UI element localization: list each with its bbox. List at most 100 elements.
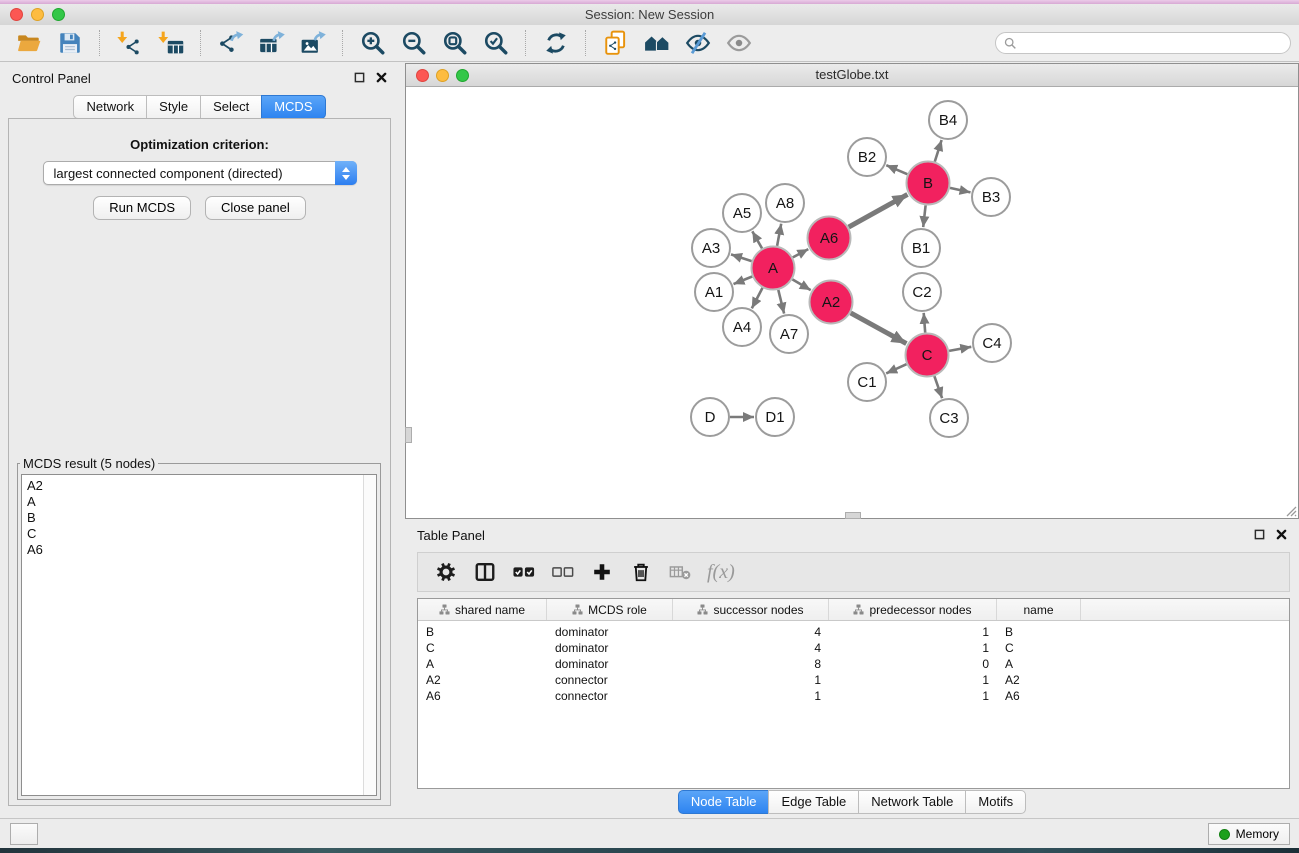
graph-edge-A-A7[interactable] <box>778 290 784 314</box>
tab-network-table[interactable]: Network Table <box>858 790 965 814</box>
network-window-titlebar[interactable]: testGlobe.txt <box>406 64 1298 87</box>
network-minimize-button[interactable] <box>436 69 449 82</box>
graph-node-B[interactable]: B <box>907 162 950 205</box>
table-cell[interactable]: A2 <box>997 673 1081 687</box>
graph-node-B1[interactable]: B1 <box>902 229 940 267</box>
table-cell[interactable]: B <box>997 625 1081 639</box>
split-view-button[interactable] <box>465 557 504 587</box>
table-cell[interactable]: 8 <box>673 657 829 671</box>
splitpane-grip-left[interactable] <box>405 427 412 443</box>
float-table-panel-icon[interactable] <box>1254 529 1265 540</box>
close-panel-button[interactable]: Close panel <box>205 196 306 220</box>
graph-edge-A-A3[interactable] <box>731 254 752 261</box>
delete-column-button[interactable] <box>621 557 660 587</box>
search-input[interactable] <box>1017 36 1282 50</box>
tab-style[interactable]: Style <box>146 95 200 119</box>
graph-node-A8[interactable]: A8 <box>766 184 804 222</box>
mcds-result-item[interactable]: A <box>27 494 376 510</box>
zoom-fit-button[interactable] <box>434 27 475 59</box>
splitpane-grip-bottom[interactable] <box>845 512 861 519</box>
graph-node-C[interactable]: C <box>906 334 949 377</box>
node-table[interactable]: shared nameMCDS rolesuccessor nodesprede… <box>417 598 1290 789</box>
graph-node-A6[interactable]: A6 <box>808 217 851 260</box>
memory-button[interactable]: Memory <box>1208 823 1290 845</box>
tab-edge-table[interactable]: Edge Table <box>768 790 858 814</box>
deselect-all-button[interactable] <box>543 557 582 587</box>
mcds-result-item[interactable]: A6 <box>27 542 376 558</box>
show-panel-button[interactable] <box>718 27 759 59</box>
export-network-button[interactable] <box>210 27 251 59</box>
export-image-button[interactable] <box>292 27 333 59</box>
graph-node-A2[interactable]: A2 <box>810 281 853 324</box>
graph-node-D[interactable]: D <box>691 398 729 436</box>
zoom-out-button[interactable] <box>393 27 434 59</box>
export-table-button[interactable] <box>251 27 292 59</box>
optimization-criterion-select[interactable]: largest connected component (directed) <box>43 161 357 185</box>
table-cell[interactable]: 1 <box>673 673 829 687</box>
table-row[interactable]: Bdominator41B <box>418 624 1289 640</box>
graph-edge-C-C2[interactable] <box>924 313 926 333</box>
graph-node-A3[interactable]: A3 <box>692 229 730 267</box>
zoom-selected-button[interactable] <box>475 27 516 59</box>
graph-node-C4[interactable]: C4 <box>973 324 1011 362</box>
graph-edge-C-C4[interactable] <box>949 347 971 351</box>
network-graph[interactable]: AA1A2A3A4A5A6A7A8BB1B2B3B4CC1C2C3C4DD1 <box>406 87 1298 518</box>
network-zoom-button[interactable] <box>456 69 469 82</box>
graph-edge-A-A8[interactable] <box>777 224 781 246</box>
search-box[interactable] <box>995 32 1291 54</box>
select-all-button[interactable] <box>504 557 543 587</box>
table-cell[interactable]: 1 <box>829 689 997 703</box>
table-cell[interactable]: 0 <box>829 657 997 671</box>
tab-motifs[interactable]: Motifs <box>965 790 1026 814</box>
column-header-MCDS-role[interactable]: MCDS role <box>547 599 673 620</box>
graph-edge-A2-C[interactable] <box>851 313 907 344</box>
table-cell[interactable]: dominator <box>547 625 673 639</box>
graph-edge-B-B1[interactable] <box>923 205 925 227</box>
graph-edge-A-A6[interactable] <box>793 249 809 257</box>
run-mcds-button[interactable]: Run MCDS <box>93 196 191 220</box>
main-titlebar[interactable]: Session: New Session <box>0 4 1299 25</box>
tab-mcds[interactable]: MCDS <box>261 95 325 119</box>
graph-node-A1[interactable]: A1 <box>695 273 733 311</box>
table-cell[interactable]: 1 <box>673 689 829 703</box>
tab-node-table[interactable]: Node Table <box>678 790 769 814</box>
table-cell[interactable]: A <box>997 657 1081 671</box>
tab-network[interactable]: Network <box>73 95 146 119</box>
column-header-successor-nodes[interactable]: successor nodes <box>673 599 829 620</box>
table-cell[interactable]: A <box>418 657 547 671</box>
table-cell[interactable]: dominator <box>547 641 673 655</box>
table-cell[interactable]: connector <box>547 689 673 703</box>
table-settings-button[interactable] <box>426 557 465 587</box>
table-cell[interactable]: 1 <box>829 673 997 687</box>
graph-node-A7[interactable]: A7 <box>770 315 808 353</box>
graph-edge-B-B2[interactable] <box>886 165 907 174</box>
graph-edge-A6-B[interactable] <box>849 194 908 227</box>
tab-select[interactable]: Select <box>200 95 261 119</box>
graph-edge-A-A2[interactable] <box>792 279 810 290</box>
network-canvas[interactable]: AA1A2A3A4A5A6A7A8BB1B2B3B4CC1C2C3C4DD1 <box>406 87 1298 518</box>
table-cell[interactable]: C <box>997 641 1081 655</box>
mcds-result-list[interactable]: A2ABCA6 <box>21 474 377 796</box>
close-table-panel-icon[interactable] <box>1276 529 1287 540</box>
graph-edge-C-C1[interactable] <box>886 364 906 373</box>
graph-edge-B-B3[interactable] <box>950 188 971 193</box>
table-cell[interactable]: connector <box>547 673 673 687</box>
table-cell[interactable]: C <box>418 641 547 655</box>
graph-node-A4[interactable]: A4 <box>723 308 761 346</box>
window-resize-grip[interactable] <box>1283 503 1297 517</box>
import-network-button[interactable] <box>109 27 150 59</box>
task-history-button[interactable] <box>10 823 38 845</box>
network-close-button[interactable] <box>416 69 429 82</box>
mcds-result-item[interactable]: A2 <box>27 478 376 494</box>
float-panel-icon[interactable] <box>354 72 365 83</box>
table-cell[interactable]: 1 <box>829 625 997 639</box>
table-cell[interactable]: B <box>418 625 547 639</box>
apply-layout-button[interactable] <box>535 27 576 59</box>
mcds-result-item[interactable]: C <box>27 526 376 542</box>
hide-panel-button[interactable] <box>677 27 718 59</box>
table-cell[interactable]: A6 <box>418 689 547 703</box>
graph-node-B2[interactable]: B2 <box>848 138 886 176</box>
add-column-button[interactable] <box>582 557 621 587</box>
graph-edge-A-A5[interactable] <box>752 231 762 248</box>
graph-edge-B-B4[interactable] <box>935 140 942 162</box>
